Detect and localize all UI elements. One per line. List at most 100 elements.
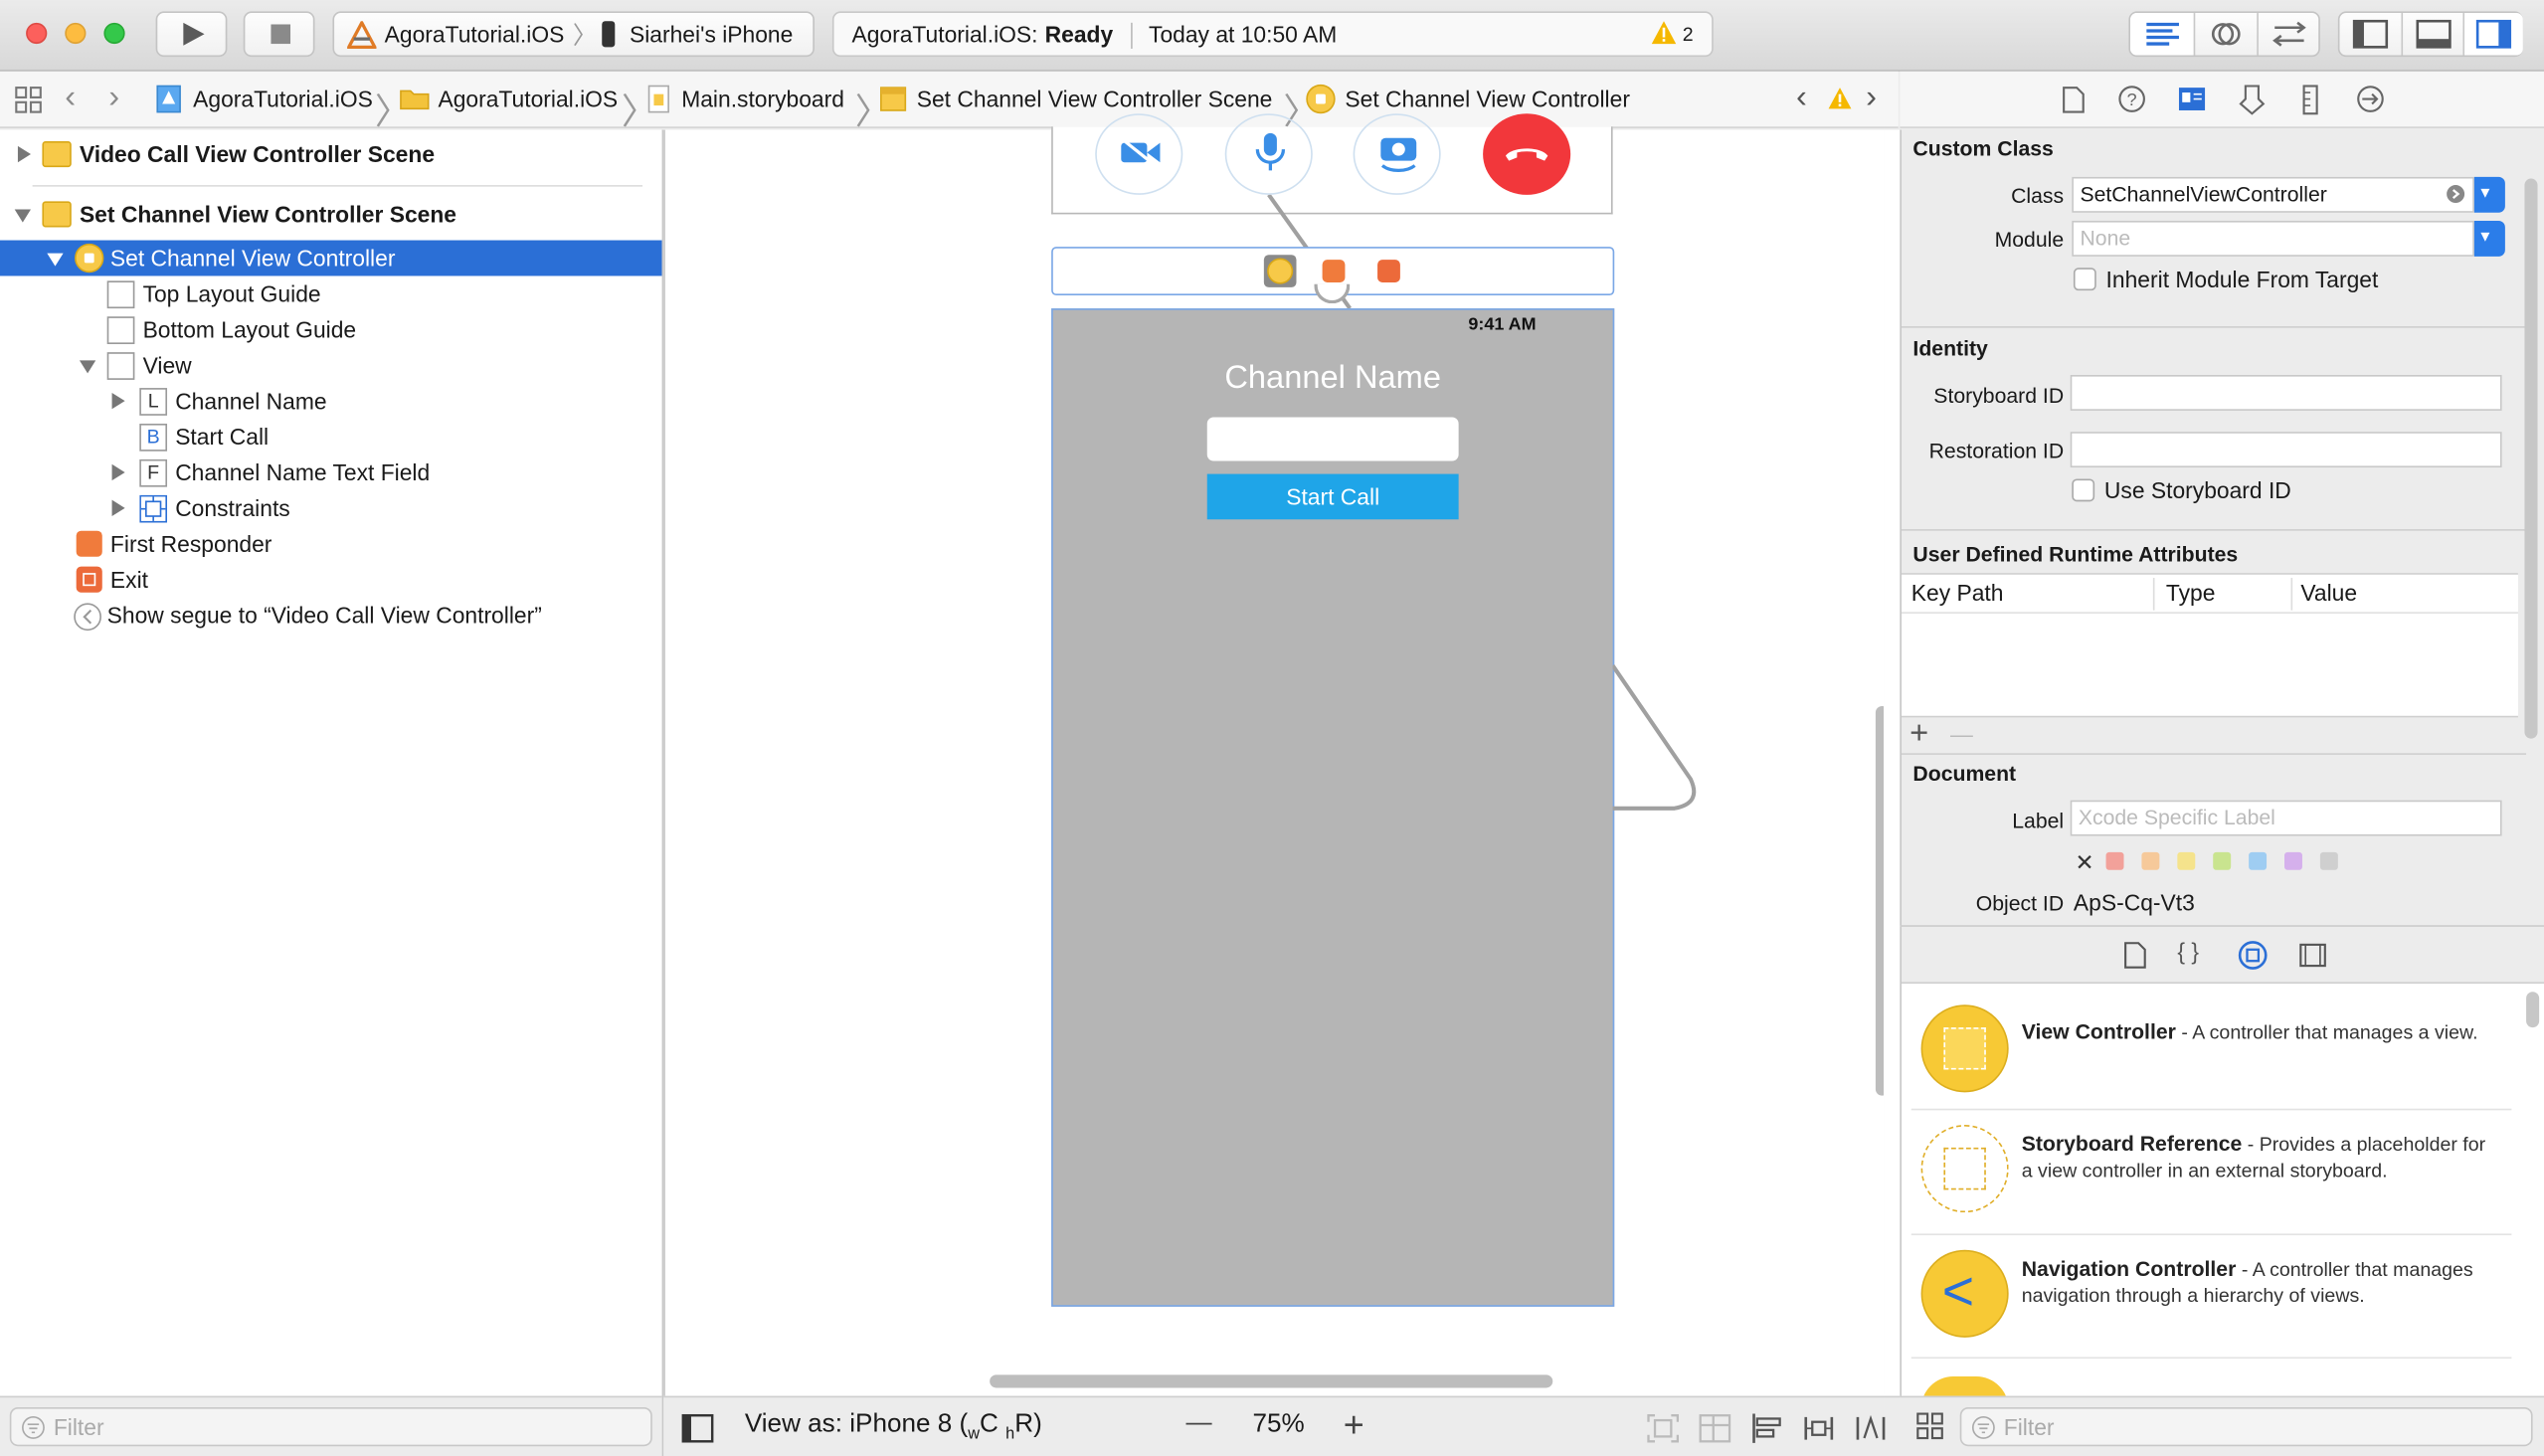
- outline-row-first-responder[interactable]: First Responder: [0, 526, 662, 562]
- video-toggle-button[interactable]: [1095, 113, 1183, 195]
- label-color-swatch[interactable]: [2319, 851, 2338, 870]
- file-inspector-icon[interactable]: [2063, 87, 2086, 114]
- outline-row-exit[interactable]: Exit: [0, 562, 662, 598]
- resolve-autolayout-icon[interactable]: [1855, 1412, 1888, 1445]
- outline-row-top-layout[interactable]: Top Layout Guide: [0, 275, 662, 311]
- warning-icon[interactable]: [1827, 87, 1853, 110]
- hang-up-button[interactable]: [1483, 113, 1571, 195]
- standard-editor-button[interactable]: [2130, 13, 2194, 56]
- module-dropdown-button[interactable]: ▾: [2473, 220, 2505, 257]
- label-color-swatch[interactable]: [2249, 851, 2268, 870]
- inherit-module-checkbox[interactable]: [2073, 268, 2096, 291]
- outline-filter-input[interactable]: Filter: [9, 1407, 652, 1447]
- disclosure-triangle-icon[interactable]: [14, 209, 31, 223]
- outline-row-scene-setchannel[interactable]: Set Channel View Controller Scene: [0, 196, 662, 232]
- label-color-swatch[interactable]: [2213, 851, 2232, 870]
- zoom-in-button[interactable]: +: [1344, 1404, 1364, 1446]
- outline-row-controller[interactable]: Set Channel View Controller: [0, 240, 662, 276]
- document-outline-toggle-icon[interactable]: [681, 1413, 714, 1443]
- view-as-label[interactable]: View as: iPhone 8 (wC hR): [745, 1410, 1042, 1443]
- breadcrumb-controller[interactable]: Set Channel View Controller: [1345, 87, 1630, 112]
- switch-camera-button[interactable]: [1353, 113, 1441, 195]
- outline-row-constraints[interactable]: Constraints: [0, 490, 662, 526]
- embed-in-stack-icon[interactable]: [1647, 1414, 1680, 1443]
- label-color-swatch[interactable]: [2177, 851, 2196, 870]
- storyboard-id-field[interactable]: [2070, 375, 2502, 411]
- set-channel-view[interactable]: 9:41 AM Channel Name Start Call: [1051, 308, 1615, 1307]
- outline-row-start-call[interactable]: B Start Call: [0, 419, 662, 455]
- stop-button[interactable]: [243, 11, 315, 58]
- dock-first-responder-icon[interactable]: [1322, 260, 1346, 282]
- add-constraints-icon[interactable]: [1802, 1412, 1835, 1445]
- previous-issue-arrow-icon[interactable]: ‹: [1796, 80, 1807, 117]
- start-call-button[interactable]: Start Call: [1206, 473, 1459, 520]
- attributes-inspector-icon[interactable]: [2239, 85, 2266, 115]
- file-template-library-icon[interactable]: [2124, 942, 2147, 970]
- remove-attribute-button[interactable]: —: [1950, 721, 1973, 747]
- outline-row-scene-video[interactable]: Video Call View Controller Scene: [0, 136, 662, 172]
- breadcrumb-storyboard[interactable]: Main.storyboard: [681, 87, 844, 112]
- go-to-class-icon[interactable]: [2446, 183, 2466, 204]
- label-color-swatch[interactable]: [2141, 851, 2160, 870]
- utilities-toggle-button[interactable]: [2464, 13, 2523, 56]
- related-items-grid-icon[interactable]: [15, 87, 43, 114]
- doc-label-field[interactable]: Xcode Specific Label: [2070, 800, 2502, 836]
- forward-arrow-icon[interactable]: ›: [108, 80, 119, 117]
- zoom-window-button[interactable]: [103, 22, 125, 45]
- media-library-icon[interactable]: [2299, 943, 2327, 968]
- restoration-id-field[interactable]: [2070, 432, 2502, 468]
- zoom-out-button[interactable]: —: [1186, 1409, 1212, 1438]
- version-editor-button[interactable]: [2259, 13, 2320, 55]
- column-value[interactable]: Value: [2300, 580, 2357, 606]
- back-arrow-icon[interactable]: ‹: [65, 80, 76, 117]
- outline-row-view[interactable]: View: [0, 347, 662, 383]
- code-snippet-library-icon[interactable]: { }: [2177, 938, 2199, 964]
- inspector-scrollbar[interactable]: [2524, 178, 2538, 739]
- outline-row-text-field[interactable]: F Channel Name Text Field: [0, 455, 662, 490]
- disclosure-triangle-icon[interactable]: [111, 463, 125, 481]
- size-inspector-icon[interactable]: [2302, 85, 2318, 115]
- add-attribute-button[interactable]: +: [1909, 716, 1928, 754]
- debug-toggle-button[interactable]: [2403, 13, 2462, 55]
- dock-exit-icon[interactable]: [1377, 260, 1400, 282]
- breadcrumb-scene[interactable]: Set Channel View Controller Scene: [917, 87, 1273, 112]
- next-issue-arrow-icon[interactable]: ›: [1866, 80, 1877, 117]
- scheme-selector[interactable]: AgoraTutorial.iOS 〉 Siarhei's iPhone: [332, 11, 815, 58]
- library-item-navigation-controller[interactable]: < Navigation Controller - A controller t…: [1902, 1240, 2544, 1365]
- library-scrollbar[interactable]: [2526, 992, 2540, 1028]
- module-field[interactable]: None: [2072, 220, 2474, 257]
- activity-view[interactable]: AgoraTutorial.iOS: Ready Today at 10:50 …: [831, 11, 1714, 58]
- object-library-icon[interactable]: [2238, 940, 2269, 971]
- grid-view-icon[interactable]: [1916, 1412, 1944, 1440]
- outline-row-bottom-layout[interactable]: Bottom Layout Guide: [0, 311, 662, 347]
- breadcrumb-folder[interactable]: AgoraTutorial.iOS: [438, 87, 618, 112]
- clear-color-icon[interactable]: ✕: [2076, 849, 2094, 877]
- disclosure-triangle-icon[interactable]: [17, 145, 31, 163]
- column-type[interactable]: Type: [2166, 580, 2216, 606]
- class-field[interactable]: SetChannelViewController: [2072, 176, 2474, 213]
- disclosure-triangle-icon[interactable]: [111, 392, 125, 410]
- runtime-attributes-table[interactable]: Key Path Type Value: [1902, 573, 2518, 718]
- run-button[interactable]: [155, 11, 228, 58]
- disclosure-triangle-icon[interactable]: [79, 360, 96, 374]
- disclosure-triangle-icon[interactable]: [111, 499, 125, 517]
- dock-view-controller-icon[interactable]: [1263, 255, 1297, 287]
- help-inspector-icon[interactable]: ?: [2117, 85, 2146, 113]
- class-dropdown-button[interactable]: ▾: [2473, 176, 2505, 213]
- outline-row-segue[interactable]: Show segue to “Video Call View Controlle…: [0, 598, 662, 634]
- label-color-swatch[interactable]: [2105, 851, 2124, 870]
- library-filter-input[interactable]: Filter: [1959, 1407, 2533, 1447]
- update-frames-icon[interactable]: [1699, 1414, 1731, 1443]
- horizontal-scrollbar[interactable]: [990, 1374, 1553, 1388]
- navigator-toggle-button[interactable]: [2339, 13, 2401, 55]
- channel-name-text-field[interactable]: [1206, 417, 1459, 461]
- column-key-path[interactable]: Key Path: [1911, 580, 2004, 606]
- close-window-button[interactable]: [26, 22, 48, 45]
- breadcrumb-project[interactable]: AgoraTutorial.iOS: [193, 87, 373, 112]
- disclosure-triangle-icon[interactable]: [47, 253, 64, 267]
- use-storyboard-id-checkbox[interactable]: [2072, 478, 2095, 502]
- library-item-storyboard-reference[interactable]: Storyboard Reference - Provides a placeh…: [1902, 1114, 2544, 1239]
- connections-inspector-icon[interactable]: [2356, 85, 2385, 113]
- outline-row-channel-name[interactable]: L Channel Name: [0, 383, 662, 419]
- label-color-swatch[interactable]: [2284, 851, 2302, 870]
